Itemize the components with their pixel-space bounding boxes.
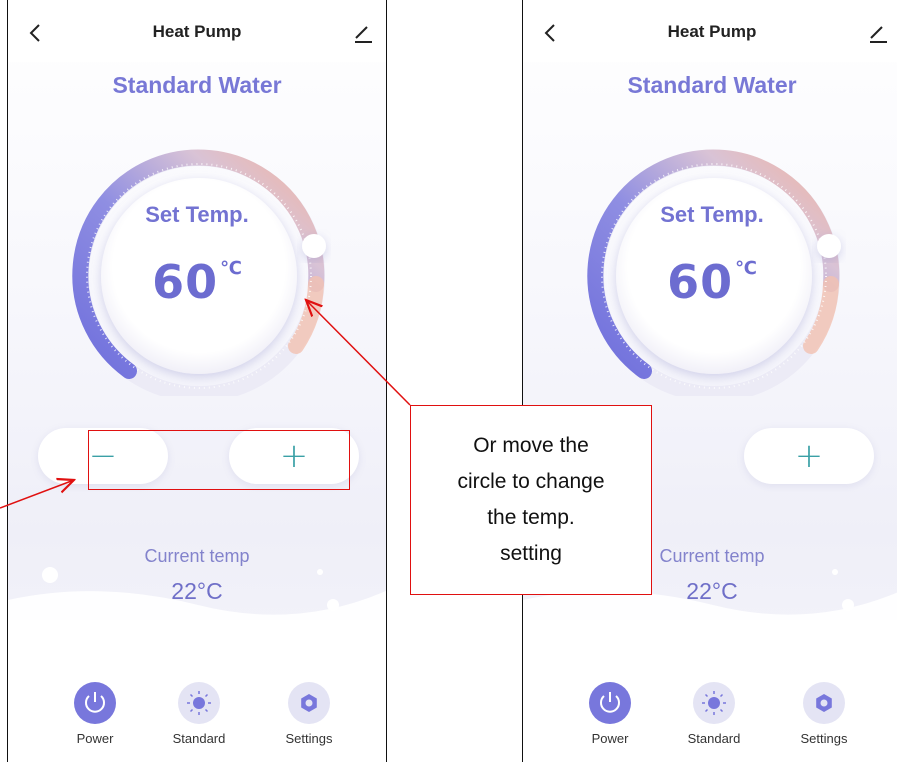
nav-standard[interactable]: Standard — [154, 682, 244, 746]
set-temp-number: 60 — [667, 255, 734, 309]
nav-standard[interactable]: Standard — [669, 682, 759, 746]
gear-icon — [803, 682, 845, 724]
current-temp-label: Current temp — [144, 546, 250, 566]
edit-icon[interactable] — [867, 22, 889, 44]
power-icon — [589, 682, 631, 724]
sun-icon — [693, 682, 735, 724]
nav-standard-label: Standard — [172, 731, 226, 746]
set-temp-value: 60 ℃ — [8, 255, 386, 309]
set-temp-label: Set Temp. — [660, 202, 764, 227]
nav-settings-label: Settings — [285, 731, 333, 746]
top-bar: Heat Pump — [523, 0, 897, 62]
phone-screen-right: Heat Pump Standard Water Set Temp. 60 ℃ +… — [522, 0, 897, 762]
mode-title: Standard Water — [112, 72, 282, 98]
annotation-callout: Or move the circle to change the temp. s… — [410, 405, 652, 595]
power-icon — [74, 682, 116, 724]
set-temp-value: 60 ℃ — [523, 255, 897, 309]
nav-settings[interactable]: Settings — [779, 682, 869, 746]
phone-screen-left: Heat Pump Standard Water Set Temp. 60 ℃ −… — [7, 0, 387, 762]
top-bar: Heat Pump — [8, 0, 386, 62]
nav-power-label: Power — [76, 731, 114, 746]
app-title: Heat Pump — [152, 22, 242, 41]
set-temp-label: Set Temp. — [145, 202, 249, 227]
nav-power-label: Power — [591, 731, 629, 746]
callout-line-1: Or move the — [473, 434, 589, 457]
current-temp-value: 22°C — [171, 578, 223, 604]
nav-power[interactable]: Power — [50, 682, 140, 746]
callout-line-3: the temp. — [487, 506, 575, 529]
increase-temp-button[interactable]: + — [744, 428, 874, 484]
set-temp-number: 60 — [152, 255, 219, 309]
mode-title: Standard Water — [627, 72, 797, 98]
nav-standard-label: Standard — [687, 731, 741, 746]
nav-power[interactable]: Power — [565, 682, 655, 746]
set-temp-unit: ℃ — [735, 258, 757, 279]
callout-line-4: setting — [500, 542, 562, 565]
app-title: Heat Pump — [667, 22, 757, 41]
sun-icon — [178, 682, 220, 724]
set-temp-unit: ℃ — [220, 258, 242, 279]
nav-settings-label: Settings — [800, 731, 848, 746]
nav-settings[interactable]: Settings — [264, 682, 354, 746]
gear-icon — [288, 682, 330, 724]
callout-line-2: circle to change — [457, 470, 605, 493]
edit-icon[interactable] — [352, 22, 374, 44]
highlight-stepper-box — [88, 430, 350, 490]
